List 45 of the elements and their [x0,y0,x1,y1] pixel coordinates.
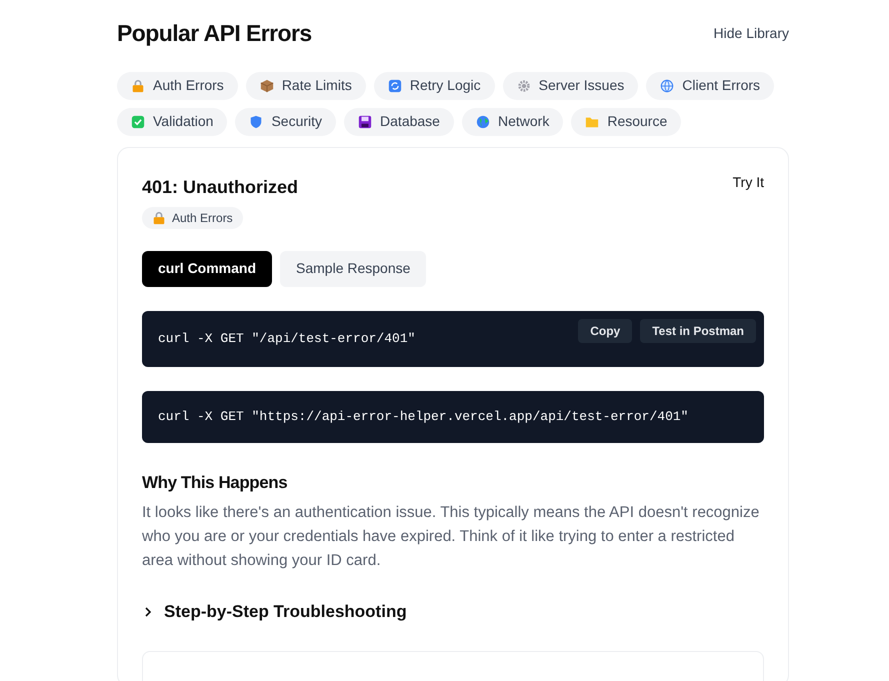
earth-icon [476,114,490,128]
category-chip[interactable]: Retry Logic [374,72,495,100]
troubleshooting-toggle[interactable]: Step-by-Step Troubleshooting [142,599,407,624]
category-chip[interactable]: Auth Errors [142,206,243,228]
explanation-text: It looks like there's an authentication issue. This typically means the API doesn't recognize who you are or your credentials have expired. Think of it like trying to enter a restricted area without showing your ID card. [142,503,760,571]
category-chip[interactable]: Security [235,108,336,136]
category-label: Resource [607,112,668,131]
category-chip[interactable]: Validation [117,108,228,136]
tab[interactable]: curl Command [142,250,272,286]
globe-icon [660,78,674,92]
category-chip[interactable]: Network [462,108,564,136]
padlock-icon [152,210,166,224]
category-label: Rate Limits [282,76,352,95]
category-chip[interactable]: Auth Errors [117,72,238,100]
category-label: Auth Errors [172,210,233,226]
code-action-button[interactable]: Copy [578,318,632,342]
hide-library-button[interactable]: Hide Library [714,22,789,44]
curl-command: curl -X GET "/api/test-error/401" [158,330,416,348]
package-icon [260,78,274,92]
category-chip[interactable]: Client Errors [646,72,774,100]
checkbox-icon [131,114,145,128]
code-action-button[interactable]: Test in Postman [640,318,756,342]
error-title: 401: Unauthorized [142,176,298,198]
category-chip[interactable]: Server Issues [502,72,638,100]
category-label: Auth Errors [153,76,224,95]
category-label: Server Issues [538,76,624,95]
page-title: Popular API Errors [117,19,312,48]
shield-icon [249,114,264,128]
refresh-icon [388,78,402,92]
category-label: Network [498,112,550,131]
category-label: Client Errors [682,76,760,95]
tab[interactable]: Sample Response [280,250,426,286]
folder-icon [585,114,600,128]
gear-icon [516,78,531,92]
section-heading: Why This Happens [142,472,288,494]
category-label: Retry Logic [410,76,481,95]
category-chip[interactable]: Resource [571,108,682,136]
category-label: Database [380,112,440,131]
category-label: Validation [153,112,214,131]
category-chip[interactable]: Database [344,108,454,136]
curl-command: curl -X GET "https://api-error-helper.vercel.app/api/test-error/401" [158,408,688,426]
padlock-icon [131,78,145,92]
category-label: Security [271,112,322,131]
try-it-button[interactable]: Try It [732,172,764,192]
category-chip[interactable]: Rate Limits [246,72,366,100]
